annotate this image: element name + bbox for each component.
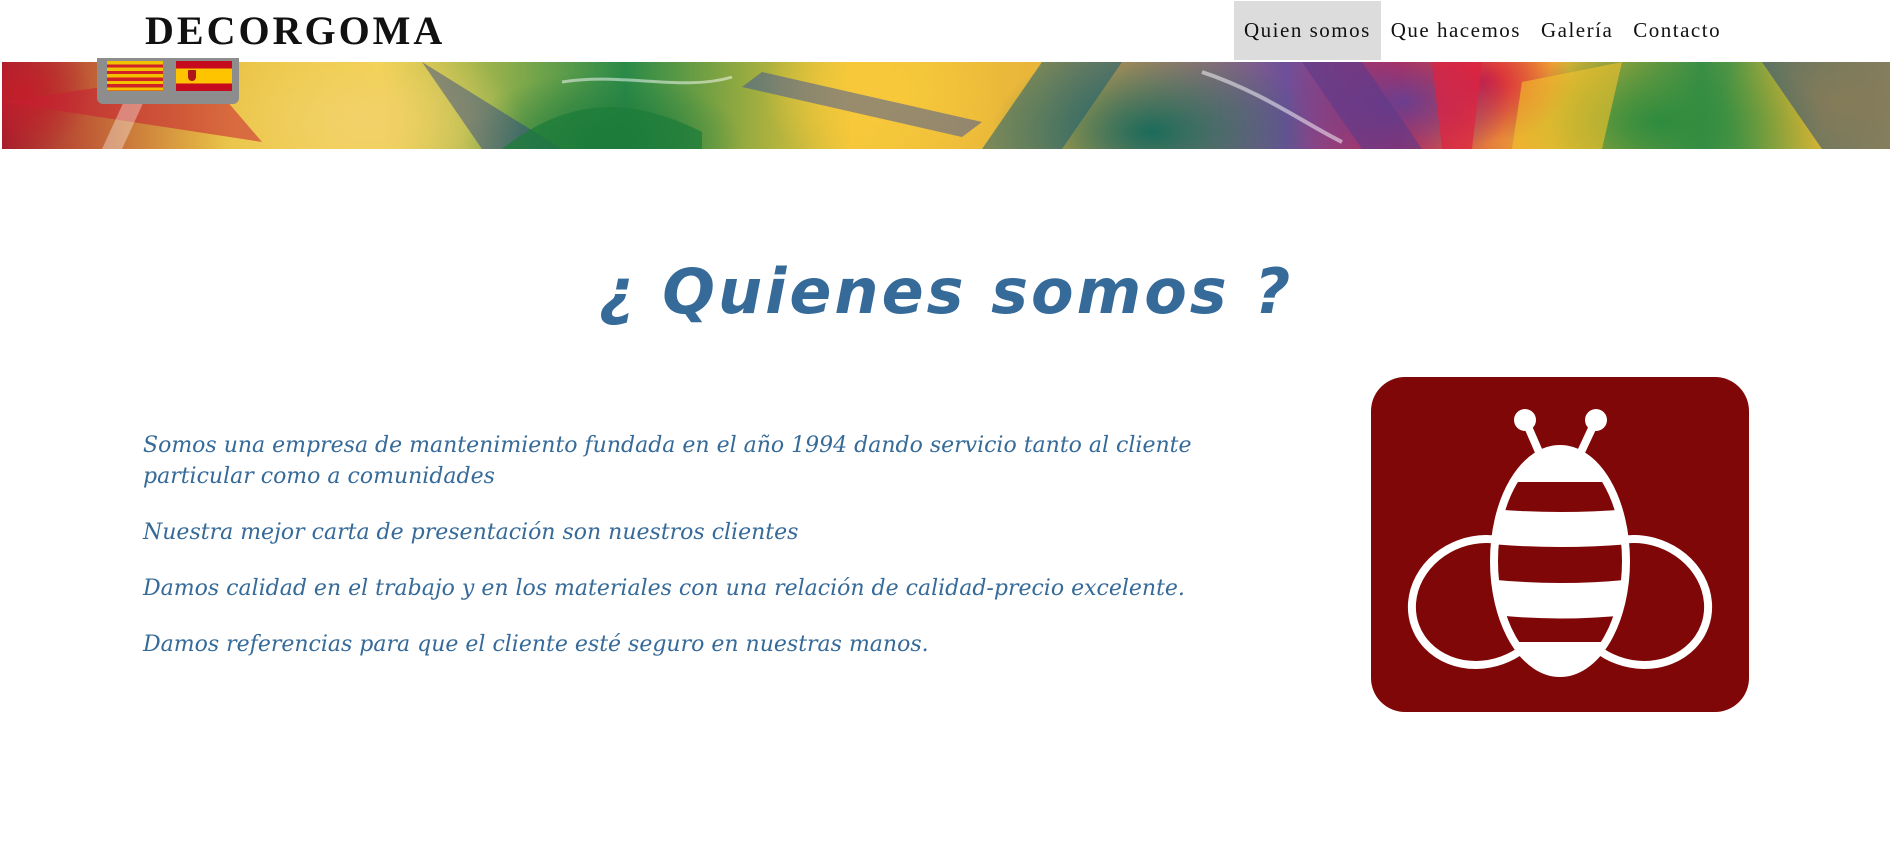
about-paragraph: Damos calidad en el trabajo y en los mat…: [143, 576, 1185, 601]
paint-strokes: [2, 62, 1890, 149]
main-nav: Quien somos Que hacemos Galería Contacto: [1234, 1, 1731, 60]
nav-quien-somos[interactable]: Quien somos: [1234, 1, 1381, 60]
spanish-flag-icon[interactable]: [176, 61, 232, 91]
nav-contacto[interactable]: Contacto: [1623, 1, 1731, 60]
spanish-flag-shield: [188, 70, 196, 81]
about-paragraph: Nuestra mejor carta de presentación son …: [143, 520, 799, 545]
site-logo[interactable]: DECORGOMA: [145, 6, 445, 56]
catalan-flag-icon[interactable]: [107, 61, 163, 91]
site-header: DECORGOMA Quien somos Que hacemos Galerí…: [0, 0, 1892, 62]
bee-logo-card: [1371, 377, 1749, 712]
nav-que-hacemos[interactable]: Que hacemos: [1381, 1, 1531, 60]
page-title: ¿ Quienes somos ?: [598, 255, 1294, 328]
bee-icon: [1407, 409, 1713, 677]
language-selector: [97, 58, 239, 104]
about-text: Somos una empresa de mantenimiento funda…: [143, 430, 1253, 685]
paint-banner: [2, 62, 1890, 149]
nav-galeria[interactable]: Galería: [1531, 1, 1623, 60]
about-paragraph: Damos referencias para que el cliente es…: [143, 632, 929, 657]
about-paragraph: Somos una empresa de mantenimiento funda…: [143, 433, 1192, 489]
